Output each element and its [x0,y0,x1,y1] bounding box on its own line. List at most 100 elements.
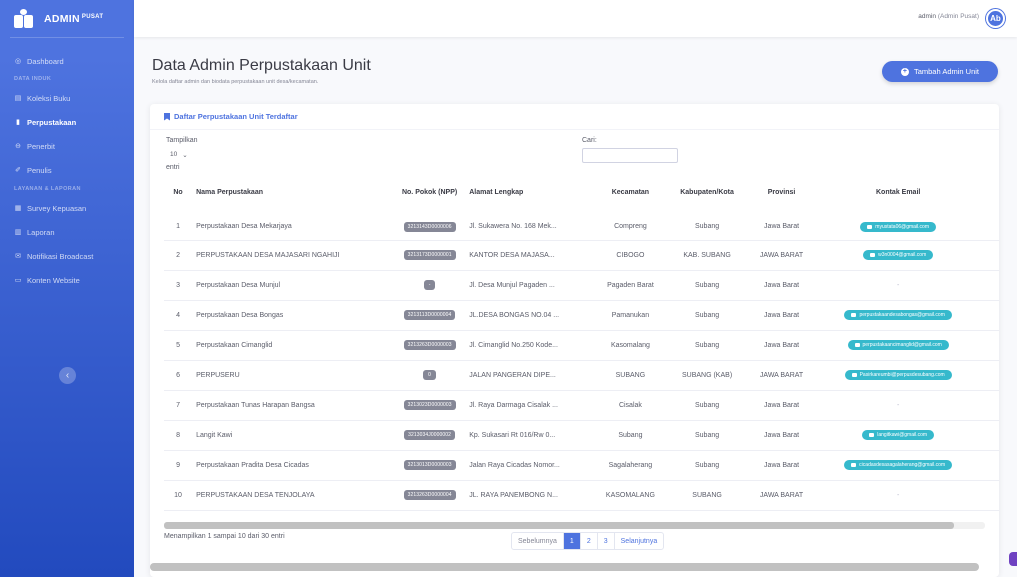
kabupaten: Subang [668,330,746,361]
survey-icon: ▦ [14,205,22,212]
length-label: Tampilkan [166,137,198,144]
column-header[interactable]: Telep [979,179,999,211]
row-number: 9 [164,450,193,481]
column-header[interactable]: No [164,179,193,211]
user-name[interactable]: admin (Admin Pusat) [918,13,979,20]
table-row[interactable]: 10 PERPUSTAKAAN DESA TENJOLAYA 3213263D000… [164,480,999,511]
email-cell: - [817,270,980,301]
npp-cell: - [393,270,466,301]
envelope-icon [870,253,876,257]
avatar[interactable]: Ab [986,9,1005,28]
table-row[interactable]: 2 PERPUSTAKAAN DESA MAJASARI NGAHIJI 32131… [164,240,999,271]
table-row[interactable]: 9 Perpustakaan Pradita Desa Cicadas 321301… [164,450,999,481]
provinsi: JAWA BARAT [745,240,818,271]
table-row[interactable]: 7 Perpustakaan Tunas Harapan Bangsa 321302… [164,390,999,421]
email-badge[interactable]: perpustakaandesabongas@gmail.com [844,310,952,320]
address: Jl. Sukawera No. 168 Mek... [465,206,593,241]
email-badge[interactable]: myustata06@gmail.com [860,221,937,232]
sidebar-item-label: Dashboard [27,56,64,66]
provinsi: JAWA BARAT [745,360,818,391]
npp-cell: 3213143D0000006 [393,206,466,241]
page-title: Data Admin Perpustakaan Unit [152,57,371,74]
pagination-page-3[interactable]: 3 [596,533,614,549]
sidebar-item-label: Konten Website [27,275,80,285]
email-text: langitkawi@gmail.com [877,432,928,438]
sidebar-menu: ◎ Dashboard DATA INDUK ▤ Koleksi Buku ▮ Perpus… [0,50,134,292]
provinsi: Jawa Barat [745,206,818,241]
table-row[interactable]: 8 Langit Kawi 3213034J0000002 Kp. Sukasari … [164,420,999,451]
email-badge[interactable]: cicadasdesasagalaherang@gmail.com [844,460,953,470]
email-badge[interactable]: langitkawi@gmail.com [862,430,935,440]
floating-widget[interactable] [1009,552,1017,566]
email-badge[interactable]: Pasirkareumbi@perpusdesubang.com [844,370,952,380]
sidebar-item-koleksi-buku[interactable]: ▤ Koleksi Buku [0,86,134,110]
sidebar-item-penulis[interactable]: ✐ Penulis [0,158,134,182]
table-row[interactable]: 4 Perpustakaan Desa Bongas 3213113D0000004… [164,300,999,331]
table-horizontal-scrollbar[interactable] [164,522,985,529]
card-title: Daftar Perpustakaan Unit Terdaftar [164,112,298,121]
email-cell: langitkawi@gmail.com [817,420,980,451]
sidebar-item-penerbit[interactable]: ⊖ Penerbit [0,134,134,158]
table-row[interactable]: 6 PERPUSERU 0 JALAN PANGERAN DIPE... SUBANG S… [164,360,999,391]
email-badge[interactable]: w3n0004@gmail.com [863,250,934,260]
row-number: 7 [164,390,193,421]
kabupaten: Subang [668,270,746,301]
sidebar-item-konten-website[interactable]: ▭ Konten Website [0,268,134,292]
column-header[interactable]: Nama Perpustakaan [192,179,394,211]
sidebar-toggle-button[interactable]: ‹ [59,367,76,384]
email-badge[interactable]: perpustakaancimanglid@gmail.com [847,340,949,350]
row-number: 2 [164,240,193,271]
column-header[interactable]: Provinsi [745,179,818,211]
length-suffix: entri [166,164,180,171]
envelope-icon [851,373,857,377]
column-header[interactable]: Kabupaten/Kota [668,179,746,211]
scrollbar-thumb[interactable] [164,522,954,529]
page-horizontal-scrollbar[interactable] [150,563,979,571]
search-input[interactable] [582,148,678,163]
telephone: - [979,390,999,421]
email-cell: - [817,480,980,511]
provinsi: Jawa Barat [745,330,818,361]
length-select-value: 10 [170,151,178,158]
column-header[interactable]: Kontak Email [817,179,980,211]
column-header[interactable]: Alamat Lengkap [465,179,593,211]
kecamatan: Sagalaherang [592,450,669,481]
sidebar-item-dashboard[interactable]: ◎ Dashboard [0,50,134,72]
pagination-page-2[interactable]: 2 [579,533,597,549]
sidebar-item-perpustakaan[interactable]: ▮ Perpustakaan [0,110,134,134]
row-number: 1 [164,206,193,241]
npp-cell: 3213173D0000001 [393,240,466,271]
length-select[interactable]: 10 ⌄ [166,148,194,161]
topbar: admin (Admin Pusat) Ab [134,0,1017,37]
email-text: w3n0004@gmail.com [878,252,927,258]
column-header[interactable]: No. Pokok (NPP) [393,179,466,211]
search-label: Cari: [582,137,597,144]
provinsi: Jawa Barat [745,270,818,301]
table-row[interactable]: 5 Perpustakaan Cimanglid 3213263D0000003 Jl… [164,330,999,361]
report-icon: ▥ [14,229,22,236]
npp-badge: 0 [423,370,437,380]
sidebar-item-label: Penulis [27,165,52,175]
sidebar-item-survey-kepuasan[interactable]: ▦ Survey Kepuasan [0,196,134,220]
card-header-divider [150,129,999,130]
sidebar-item-notifikasi-broadcast[interactable]: ✉ Notifikasi Broadcast [0,244,134,268]
table-row[interactable]: 1 Perpustakaan Desa Mekarjaya 3213143D0000… [164,206,999,241]
envelope-icon [851,313,857,317]
sidebar-item-label: Survey Kepuasan [27,203,87,213]
pagination: Sebelumnya 1 2 3 Selanjutnya [511,532,665,550]
envelope-icon [851,463,857,467]
table-row[interactable]: 3 Perpustakaan Desa Munjul - Jl. Desa Munju… [164,270,999,301]
email-text: perpustakaandesabongas@gmail.com [859,312,945,318]
add-admin-button[interactable]: + Tambah Admin Unit [882,61,998,82]
pagination-page-1[interactable]: 1 [562,533,580,549]
pagination-prev-button[interactable]: Sebelumnya [512,533,563,549]
sidebar-item-laporan[interactable]: ▥ Laporan [0,220,134,244]
telephone: 0823170 [979,360,999,391]
address: Jl. Cimanglid No.250 Kode... [465,330,593,361]
pagination-next-button[interactable]: Selanjutnya [613,533,664,549]
kecamatan: Subang [592,420,669,451]
email-text: Pasirkareumbi@perpusdesubang.com [859,372,945,378]
column-header[interactable]: Kecamatan [592,179,669,211]
brand[interactable]: ADMIN PUSAT [0,0,134,37]
npp-badge: 3213263D0000003 [403,340,456,350]
